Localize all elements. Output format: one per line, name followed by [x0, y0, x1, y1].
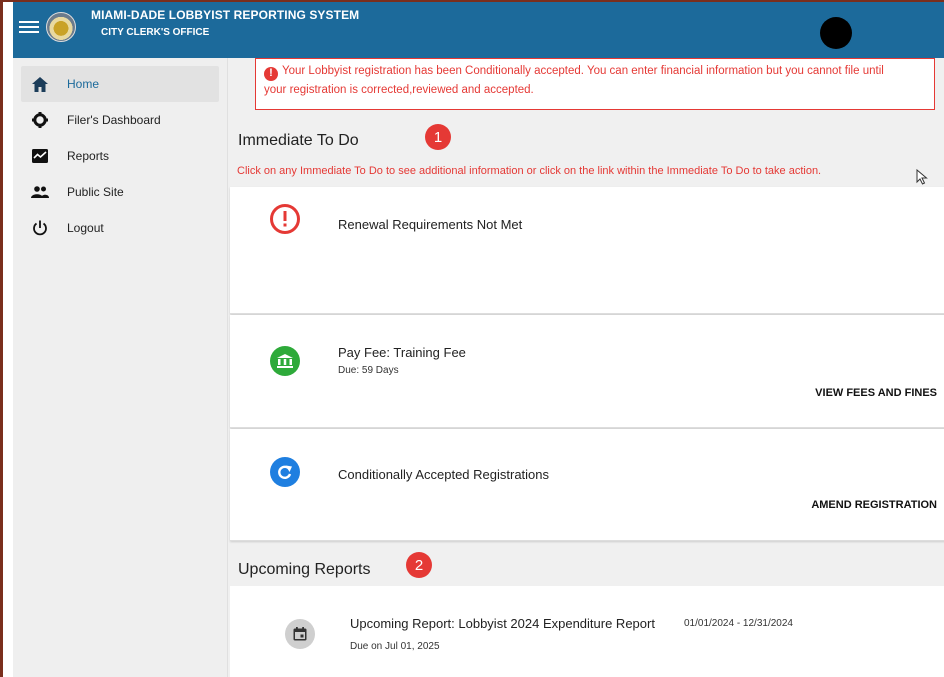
- todo-item-title: Pay Fee: Training Fee: [338, 345, 466, 360]
- conditional-acceptance-alert: ! Your Lobbyist registration has been Con…: [255, 58, 935, 110]
- alert-text-line2: your registration is corrected,reviewed …: [264, 84, 534, 96]
- sidebar-item-label: Home: [67, 77, 100, 91]
- step-badge-2: 2: [406, 552, 432, 578]
- top-bar: MIAMI-DADE LOBBYIST REPORTING SYSTEM CIT…: [13, 2, 944, 58]
- chart-icon: [31, 147, 49, 165]
- upcoming-report-row[interactable]: Upcoming Report: Lobbyist 2024 Expenditu…: [230, 586, 944, 677]
- home-icon: [31, 75, 49, 93]
- todo-item-conditional-registration[interactable]: Conditionally Accepted Registrations AME…: [230, 429, 944, 541]
- upcoming-reports-title: Upcoming Reports: [238, 561, 371, 578]
- step-badge-1: 1: [425, 124, 451, 150]
- redo-icon: [270, 457, 300, 487]
- view-fees-and-fines-link[interactable]: VIEW FEES AND FINES: [815, 387, 937, 399]
- sidebar-item-reports[interactable]: Reports: [13, 138, 227, 174]
- gear-icon: [31, 111, 49, 129]
- power-icon: [31, 219, 49, 237]
- todo-item-renewal[interactable]: Renewal Requirements Not Met: [230, 187, 944, 314]
- app-subtitle: CITY CLERK'S OFFICE: [101, 27, 210, 38]
- user-avatar[interactable]: [820, 17, 852, 49]
- alert-text-line1: Your Lobbyist registration has been Cond…: [282, 65, 884, 77]
- sidebar: Home Filer's Dashboard Reports Public Si…: [13, 58, 228, 677]
- main-content: ! Your Lobbyist registration has been Con…: [228, 58, 944, 677]
- sidebar-item-logout[interactable]: Logout: [13, 210, 227, 246]
- sidebar-item-label: Logout: [67, 221, 104, 235]
- calendar-icon: [285, 619, 315, 649]
- county-seal-logo: [46, 12, 76, 42]
- sidebar-item-label: Public Site: [67, 185, 124, 199]
- todo-instructions: Click on any Immediate To Do to see addi…: [237, 165, 822, 177]
- sidebar-item-filers-dashboard[interactable]: Filer's Dashboard: [13, 102, 227, 138]
- bank-icon: [270, 346, 300, 376]
- todo-item-training-fee[interactable]: Pay Fee: Training Fee Due: 59 Days VIEW …: [230, 315, 944, 428]
- report-date-range: 01/01/2024 - 12/31/2024: [684, 618, 793, 629]
- alert-icon: !: [264, 66, 278, 81]
- app-title: MIAMI-DADE LOBBYIST REPORTING SYSTEM: [91, 8, 360, 22]
- app-frame: MIAMI-DADE LOBBYIST REPORTING SYSTEM CIT…: [0, 0, 944, 677]
- exclamation-icon: [270, 204, 300, 234]
- report-due-date: Due on Jul 01, 2025: [350, 641, 440, 652]
- sidebar-item-public-site[interactable]: Public Site: [13, 174, 227, 210]
- amend-registration-link[interactable]: AMEND REGISTRATION: [811, 499, 937, 511]
- report-title: Upcoming Report: Lobbyist 2024 Expenditu…: [350, 616, 655, 631]
- sidebar-item-home[interactable]: Home: [21, 66, 219, 102]
- hamburger-menu-icon[interactable]: [19, 18, 39, 36]
- mouse-cursor-icon: [916, 169, 928, 185]
- sidebar-item-label: Reports: [67, 149, 110, 163]
- todo-item-due: Due: 59 Days: [338, 365, 399, 376]
- immediate-todo-title: Immediate To Do: [238, 132, 359, 149]
- sidebar-item-label: Filer's Dashboard: [67, 113, 161, 127]
- people-icon: [31, 183, 49, 201]
- todo-item-title: Conditionally Accepted Registrations: [338, 467, 550, 482]
- left-gutter: [3, 2, 13, 677]
- todo-item-title: Renewal Requirements Not Met: [338, 217, 523, 232]
